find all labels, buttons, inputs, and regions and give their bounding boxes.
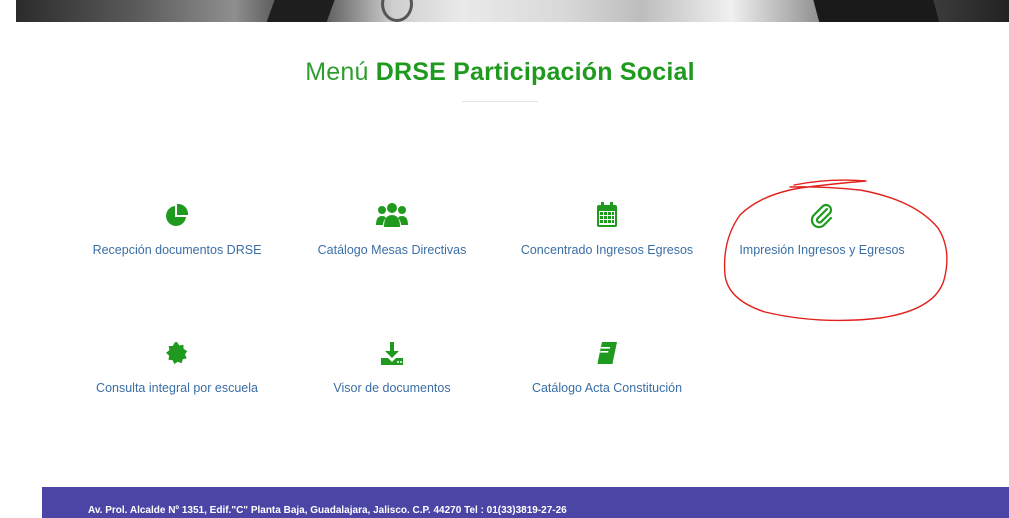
page-title-emphasis: DRSE Participación Social [375,58,695,86]
pie-chart-icon [166,203,189,226]
page-title-prefix: Menú [305,58,369,86]
book-icon [597,342,617,364]
menu-item-recepcion-documentos[interactable]: Recepción documentos DRSE [77,201,277,257]
menu-item-label[interactable]: Catálogo Mesas Directivas [292,243,492,257]
title-divider [462,101,538,102]
menu-item-label[interactable]: Visor de documentos [292,381,492,395]
menu-item-label[interactable]: Recepción documentos DRSE [77,243,277,257]
menu-item-concentrado-ingresos[interactable]: Concentrado Ingresos Egresos [507,201,707,257]
calendar-icon [597,202,617,227]
certificate-icon [166,342,188,364]
menu-item-impresion-ingresos[interactable]: Impresión Ingresos y Egresos [722,201,922,257]
menu-item-label[interactable]: Consulta integral por escuela [77,381,277,395]
header-banner-image [16,0,1009,22]
menu-item-label[interactable]: Impresión Ingresos y Egresos [722,243,922,257]
menu-item-visor-documentos[interactable]: Visor de documentos [292,339,492,395]
menu-item-catalogo-acta[interactable]: Catálogo Acta Constitución [507,339,707,395]
footer: Av. Prol. Alcalde Nº 1351, Edif."C" Plan… [42,487,1009,518]
menu-item-catalogo-mesas[interactable]: Catálogo Mesas Directivas [292,201,492,257]
users-icon [376,203,408,227]
page-title: Menú DRSE Participación Social [0,58,1000,87]
menu-item-consulta-integral[interactable]: Consulta integral por escuela [77,339,277,395]
paperclip-icon [810,203,833,229]
menu-item-label[interactable]: Catálogo Acta Constitución [507,381,707,395]
download-icon [381,342,403,365]
menu-item-label[interactable]: Concentrado Ingresos Egresos [507,243,707,257]
footer-address: Av. Prol. Alcalde Nº 1351, Edif."C" Plan… [88,505,567,516]
